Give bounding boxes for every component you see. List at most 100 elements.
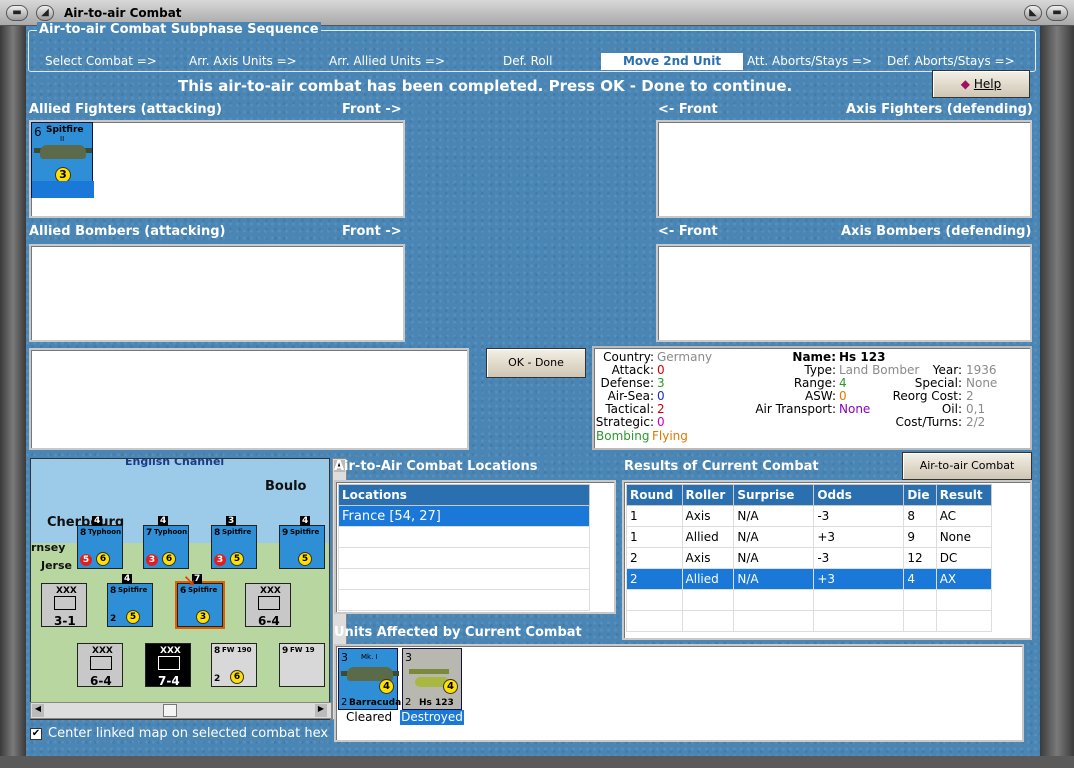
affected-unit-hs123[interactable]: 3 4 2 Hs 123	[402, 648, 462, 710]
front-arrow-left-label-2: <- Front	[658, 224, 718, 239]
scroll-right-icon[interactable]: ▶	[315, 704, 327, 717]
counter-attack: 6	[34, 125, 42, 139]
col-surprise: Surprise	[733, 484, 815, 506]
spitfire-counter[interactable]: 6 Spitfire II 3	[31, 122, 94, 198]
map-counter-spitfire-2[interactable]: 4 9 Spitfire 5	[279, 516, 325, 569]
results-title: Results of Current Combat	[624, 459, 819, 474]
help-button[interactable]: ◆ Help	[932, 70, 1030, 98]
map-counter-spitfire-3[interactable]: 4 8 Spitfire 2 5	[107, 574, 153, 627]
info-year-value: 1936	[966, 363, 997, 377]
location-row[interactable]: France [54, 27]	[338, 505, 590, 527]
affected-status-cleared: Cleared	[346, 710, 393, 724]
map-counter-fw190[interactable]: 8 FW 190 2 6	[211, 643, 257, 687]
table-row-selected[interactable]: 2 Allied N/A +3 4 AX	[626, 568, 993, 590]
col-roller: Roller	[681, 484, 735, 506]
info-bombing-tag: Bombing	[596, 429, 650, 443]
air-combat-chart-button[interactable]: Air-to-air Combat Chart	[902, 452, 1032, 498]
info-name-key: Name:	[792, 350, 836, 364]
info-type-key: Type:	[804, 363, 836, 377]
map-horizontal-scrollbar[interactable]: ◀ ▶	[30, 702, 332, 719]
location-row-empty	[338, 568, 590, 590]
close-icon[interactable]: ▬	[1046, 5, 1068, 21]
center-linked-checkbox[interactable]: ✔	[30, 728, 42, 740]
axis-fighters-box[interactable]	[656, 120, 1032, 218]
seq-step-def-roll: Def. Roll	[503, 54, 553, 68]
map-label-jersey: Jerse	[41, 559, 72, 572]
locations-table: Locations France [54, 27]	[338, 484, 590, 611]
locations-list[interactable]: Locations France [54, 27]	[334, 480, 616, 614]
linked-map[interactable]: English Channel Boulo Cherbourg rnsey Je…	[30, 458, 330, 720]
info-special-key: Special:	[914, 376, 962, 390]
info-airsea-key: Air-Sea:	[607, 389, 654, 403]
biplane-upper-wing-icon	[409, 669, 449, 674]
system-menu-icon[interactable]: ▬	[6, 5, 28, 21]
info-range-key: Range:	[793, 376, 836, 390]
affected-unit-barracuda[interactable]: 3 Mk. I 4 2 Barracuda	[338, 648, 401, 710]
location-row-empty	[338, 526, 590, 548]
allied-fighters-box[interactable]: 6 Spitfire II 3	[29, 120, 405, 218]
info-costturns-key: Cost/Turns:	[895, 415, 962, 429]
axis-fighters-label: Axis Fighters (defending)	[846, 102, 1033, 117]
map-label-boulogne: Boulo	[265, 479, 307, 494]
subphase-sequence-title: Air-to-air Combat Subphase Sequence	[37, 22, 321, 37]
army-symbol-icon	[90, 656, 112, 670]
subphase-sequence-group: Air-to-air Combat Subphase Sequence Sele…	[28, 22, 1036, 72]
locations-header: Locations	[338, 484, 590, 506]
allied-bombers-box[interactable]	[29, 244, 405, 342]
help-book-icon: ◆	[960, 77, 971, 91]
map-counter-fw19[interactable]: 9 FW 19	[279, 643, 325, 687]
map-counter-typhoon-2[interactable]: 4 7 Typhoon 3 6	[143, 516, 189, 569]
info-strategic-key: Strategic:	[595, 415, 654, 429]
axis-bombers-box[interactable]	[656, 244, 1032, 342]
map-counter-typhoon-1[interactable]: 4 8 Typhoon 5 6	[77, 516, 123, 569]
center-linked-label: Center linked map on selected combat hex	[48, 726, 329, 741]
map-army-counter-3[interactable]: XXX 6-4	[77, 643, 123, 688]
minimize-icon[interactable]: ◢	[36, 5, 54, 21]
window-frame-left	[0, 26, 26, 768]
window-title: Air-to-air Combat	[64, 6, 182, 20]
army-symbol-icon	[258, 596, 280, 610]
info-asw-key: ASW:	[804, 389, 836, 403]
maximize-icon[interactable]: ◣	[1024, 5, 1042, 21]
ok-done-button[interactable]: OK - Done	[486, 348, 586, 378]
info-flying-tag: Flying	[652, 429, 688, 443]
seq-step-select-combat: Select Combat =>	[45, 54, 157, 68]
info-country-value: Germany	[657, 350, 713, 364]
help-label: Help	[973, 77, 1002, 91]
col-result: Result	[935, 484, 993, 506]
col-round: Round	[626, 484, 683, 506]
counter-name: Spitfire	[46, 125, 84, 135]
col-die: Die	[903, 484, 937, 506]
combat-arrow-icon: ➘	[183, 571, 197, 590]
affected-units-box: 3 Mk. I 4 2 Barracuda Cleared 3 4 2 Hs 1…	[334, 644, 1024, 742]
table-row[interactable]: 1 Allied N/A +3 9 None	[626, 526, 993, 548]
table-row-empty	[626, 589, 993, 611]
spitfire-plane-icon	[40, 145, 86, 159]
seq-step-active: Move 2nd Unit	[601, 53, 743, 70]
col-odds: Odds	[813, 484, 905, 506]
map-counter-spitfire-1[interactable]: 3 8 Spitfire 3 5	[211, 516, 257, 569]
scroll-h-thumb[interactable]	[163, 704, 177, 717]
axis-bombers-label: Axis Bombers (defending)	[841, 224, 1032, 239]
map-army-counter-2[interactable]: XXX 6-4	[245, 583, 291, 628]
results-table: Round Roller Surprise Odds Die Result 1A…	[626, 484, 993, 632]
info-asw-value: 0	[839, 389, 847, 403]
info-airtransport-value: None	[839, 402, 871, 416]
info-costturns-value: 2/2	[966, 415, 986, 429]
front-arrow-right-label-2: Front ->	[342, 224, 402, 239]
info-strategic-value: 0	[657, 415, 665, 429]
info-country-key: Country:	[603, 350, 654, 364]
front-arrow-left-label: <- Front	[658, 102, 718, 117]
scroll-left-icon[interactable]: ◀	[32, 704, 44, 717]
dialog-client-area: Air-to-air Combat Subphase Sequence Sele…	[26, 22, 1040, 756]
results-panel: Round Roller Surprise Odds Die Result 1A…	[622, 480, 1032, 640]
table-row[interactable]: 2 Axis N/A -3 12 DC	[626, 547, 993, 569]
army-symbol-icon	[158, 656, 180, 670]
window-frame-right	[1040, 26, 1074, 768]
counter-selected-bar	[32, 181, 94, 198]
map-army-counter-1[interactable]: XXX 3-1	[41, 583, 87, 628]
status-message: This air-to-air combat has been complete…	[178, 77, 793, 95]
table-row[interactable]: 1 Axis N/A -3 8 AC	[626, 505, 993, 527]
map-army-counter-4[interactable]: XXX 7-4	[145, 643, 191, 688]
info-reorg-key: Reorg Cost:	[892, 389, 962, 403]
